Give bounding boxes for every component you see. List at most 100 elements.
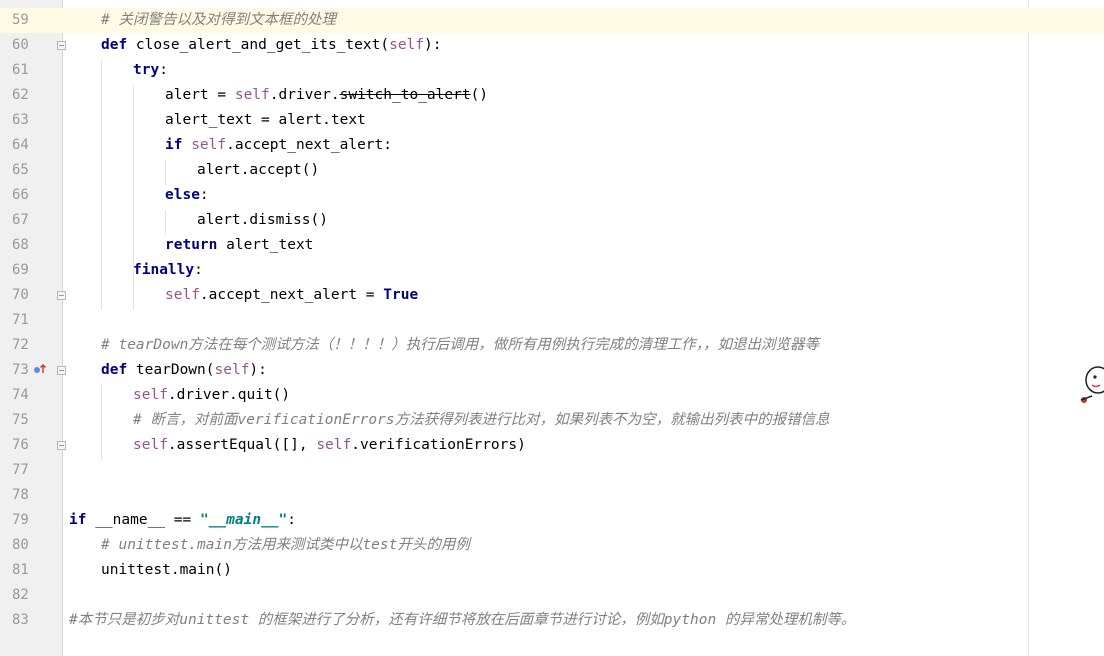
indent-guide	[165, 210, 166, 235]
line-number: 79	[12, 512, 29, 528]
code-token: def	[101, 37, 136, 53]
code-token: alert_text	[226, 237, 314, 253]
code-line[interactable]: 74 self.driver.quit()	[0, 383, 1104, 408]
code-token: def	[101, 362, 136, 378]
code-line[interactable]: 77	[0, 458, 1104, 483]
code-text: finally:	[133, 258, 203, 283]
mascot-sticker-icon	[1078, 360, 1104, 410]
code-line[interactable]: 59 # 关闭警告以及对得到文本框的处理	[0, 8, 1104, 33]
fold-marker-icon[interactable]	[57, 41, 66, 50]
code-token: .accept_next_alert =	[199, 287, 384, 303]
code-token: tearDown(	[135, 362, 215, 378]
code-line[interactable]: 81 unittest.main()	[0, 558, 1104, 583]
code-editor[interactable]: 59 # 关闭警告以及对得到文本框的处理 60 def close_alert_and…	[0, 0, 1104, 656]
code-token: .verificationErrors)	[351, 437, 526, 453]
code-line[interactable]: 80 # unittest.main方法用来测试类中以test开头的用例	[0, 533, 1104, 558]
code-text: # tearDown方法在每个测试方法（！！！！）执行后调用，做所有用例执行完成…	[101, 333, 819, 358]
code-line[interactable]: 71	[0, 308, 1104, 333]
code-text: def close_alert_and_get_its_text(self):	[101, 33, 441, 58]
code-token: ):	[249, 362, 267, 378]
code-text: #本节只是初步对unittest 的框架进行了分析，还有许细节将放在后面章节进行…	[69, 608, 855, 633]
code-token: ()	[470, 87, 489, 103]
line-number: 76	[12, 437, 29, 453]
line-number: 65	[12, 162, 29, 178]
code-token: # tearDown方法在每个测试方法（！！！！）执行后调用，做所有用例执行完成…	[101, 337, 820, 353]
code-text: alert.dismiss()	[197, 208, 328, 233]
code-line[interactable]: 82	[0, 583, 1104, 608]
code-token: alert =	[165, 87, 235, 103]
line-number: 64	[12, 137, 29, 153]
code-token: :	[159, 62, 168, 78]
code-line[interactable]: 76 self.assertEqual([], self.verification…	[0, 433, 1104, 458]
line-number: 80	[12, 537, 29, 553]
fold-marker-icon[interactable]	[57, 441, 66, 450]
code-token: .driver.	[269, 87, 340, 103]
code-text: return alert_text	[165, 233, 313, 258]
fold-marker-icon[interactable]	[57, 366, 66, 375]
code-line[interactable]: 83 #本节只是初步对unittest 的框架进行了分析，还有许细节将放在后面章节…	[0, 608, 1104, 633]
code-token: else	[165, 187, 200, 203]
code-text: self.driver.quit()	[133, 383, 290, 408]
code-text: alert.accept()	[197, 158, 319, 183]
code-line[interactable]: 72 # tearDown方法在每个测试方法（！！！！）执行后调用，做所有用例执行…	[0, 333, 1104, 358]
code-text: self.accept_next_alert = True	[165, 283, 418, 308]
code-line[interactable]: 69 finally:	[0, 258, 1104, 283]
line-number: 72	[12, 337, 29, 353]
line-number: 60	[12, 37, 29, 53]
code-line[interactable]: 60 def close_alert_and_get_its_text(self)…	[0, 33, 1104, 58]
indent-guide	[101, 385, 102, 460]
code-text: else:	[165, 183, 209, 208]
line-number: 75	[12, 412, 29, 428]
code-text: def tearDown(self):	[101, 358, 267, 383]
code-text: alert = self.driver.switch_to_alert()	[165, 83, 488, 108]
line-number: 74	[12, 387, 29, 403]
override-up-arrow-icon[interactable]	[33, 363, 47, 375]
code-token: .accept_next_alert:	[226, 137, 392, 153]
code-text: try:	[133, 58, 168, 83]
code-token: alert.accept()	[197, 162, 320, 178]
code-token: # 断言，对前面verificationErrors方法获得列表进行比对，如果列…	[133, 412, 830, 428]
code-line[interactable]: 68 return alert_text	[0, 233, 1104, 258]
indent-guide	[165, 160, 166, 185]
line-number: 59	[12, 12, 29, 28]
fold-marker-icon[interactable]	[57, 291, 66, 300]
code-line[interactable]: 66 else:	[0, 183, 1104, 208]
code-line[interactable]: 63 alert_text = alert.text	[0, 108, 1104, 133]
code-token: __name__ ==	[95, 512, 200, 528]
code-line[interactable]: 75 # 断言，对前面verificationErrors方法获得列表进行比对，如…	[0, 408, 1104, 433]
line-number: 69	[12, 262, 29, 278]
code-token: self	[165, 287, 200, 303]
line-number: 73	[12, 362, 29, 378]
code-token: self	[389, 37, 425, 53]
code-token: self	[133, 437, 168, 453]
code-token: switch_to_alert	[339, 87, 471, 103]
line-number: 70	[12, 287, 29, 303]
code-token: self	[234, 87, 270, 103]
code-text: if self.accept_next_alert:	[165, 133, 392, 158]
code-token: if	[165, 137, 192, 153]
code-text: if __name__ == "__main__":	[69, 508, 296, 533]
code-token: return	[165, 237, 227, 253]
line-number: 78	[12, 487, 29, 503]
code-line[interactable]: 78	[0, 483, 1104, 508]
code-token: :	[287, 512, 297, 528]
code-token: self	[191, 137, 227, 153]
line-number: 61	[12, 62, 29, 78]
code-text: # 断言，对前面verificationErrors方法获得列表进行比对，如果列…	[133, 408, 830, 433]
code-line[interactable]: 61 try:	[0, 58, 1104, 83]
code-token: self	[133, 387, 168, 403]
code-line[interactable]: 64 if self.accept_next_alert:	[0, 133, 1104, 158]
line-number: 71	[12, 312, 29, 328]
code-line[interactable]: 79 if __name__ == "__main__":	[0, 508, 1104, 533]
code-token: # unittest.main方法用来测试类中以test开头的用例	[101, 537, 470, 553]
code-line[interactable]: 70 self.accept_next_alert = True	[0, 283, 1104, 308]
code-token: alert.dismiss()	[197, 212, 328, 228]
code-token: :	[199, 187, 209, 203]
line-number: 67	[12, 212, 29, 228]
indent-guide	[101, 60, 102, 310]
code-token: self	[316, 437, 352, 453]
code-line[interactable]: 73 def tearDown(self):	[0, 358, 1104, 383]
code-text: self.assertEqual([], self.verificationEr…	[133, 433, 526, 458]
code-token: #本节只是初步对unittest 的框架进行了分析，还有许细节将放在后面章节进行…	[69, 612, 856, 628]
code-line[interactable]: 62 alert = self.driver.switch_to_alert()	[0, 83, 1104, 108]
